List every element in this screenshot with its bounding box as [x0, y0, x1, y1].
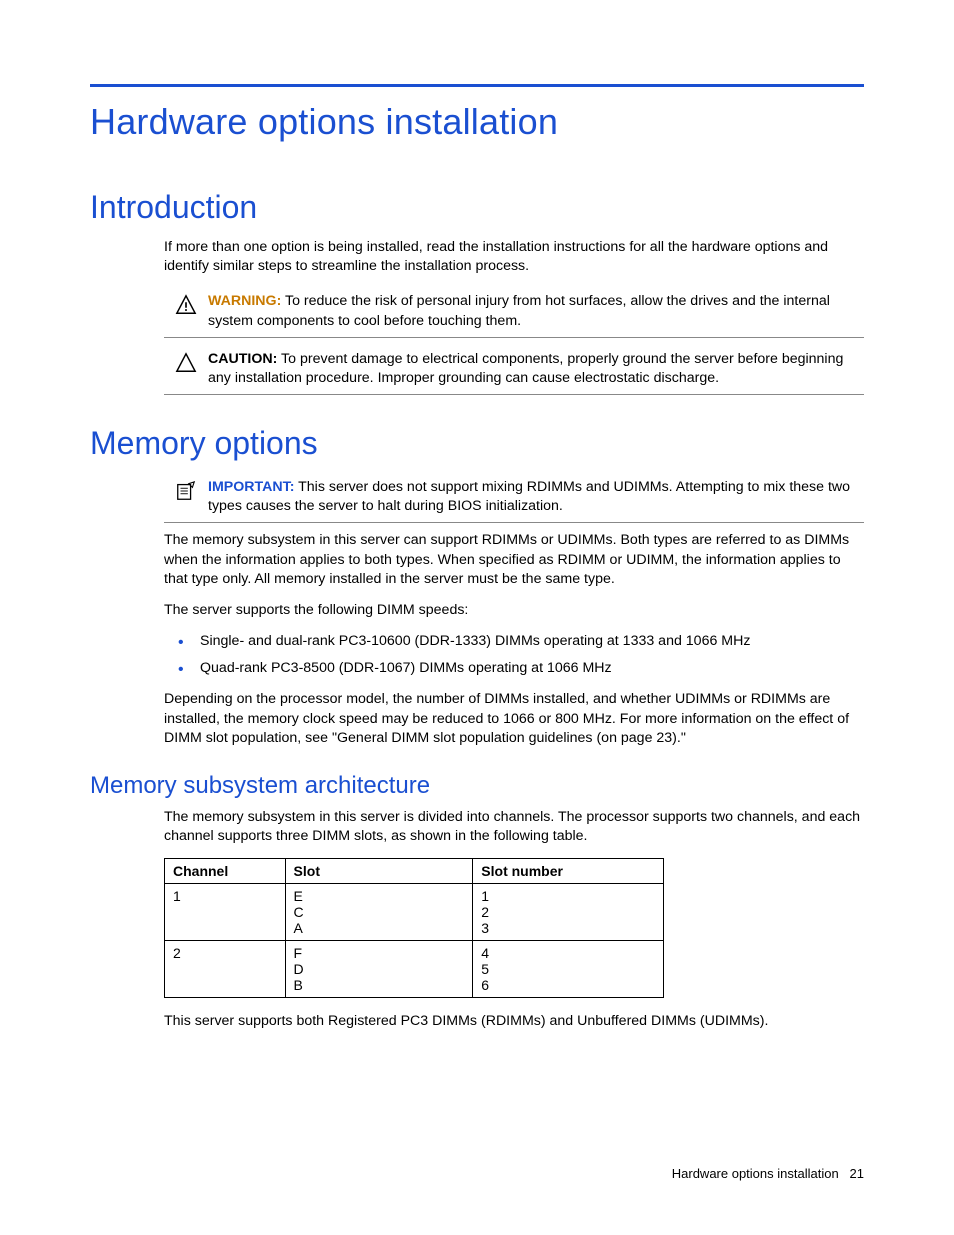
- top-rule: [90, 84, 864, 87]
- caution-block: CAUTION: To prevent damage to electrical…: [164, 346, 864, 395]
- warning-block: WARNING: To reduce the risk of personal …: [164, 288, 864, 337]
- memory-para2: Depending on the processor model, the nu…: [164, 690, 864, 748]
- th-slot: Slot: [285, 859, 473, 884]
- warning-label: WARNING:: [208, 293, 281, 309]
- introduction-lead: If more than one option is being install…: [164, 238, 864, 276]
- important-label: IMPORTANT:: [208, 479, 294, 495]
- warning-body: To reduce the risk of personal injury fr…: [208, 293, 830, 328]
- caution-text: CAUTION: To prevent damage to electrical…: [208, 350, 864, 388]
- important-icon: [164, 478, 208, 502]
- subsystem-outro: This server supports both Registered PC3…: [164, 1012, 864, 1031]
- footer-section: Hardware options installation: [672, 1166, 839, 1181]
- cell-slots: E C A: [285, 884, 473, 941]
- important-block: IMPORTANT: This server does not support …: [164, 474, 864, 523]
- th-slotnum: Slot number: [473, 859, 664, 884]
- cell-nums: 4 5 6: [473, 941, 664, 998]
- cell-nums: 1 2 3: [473, 884, 664, 941]
- page-footer: Hardware options installation 21: [672, 1166, 864, 1181]
- page-title: Hardware options installation: [90, 101, 864, 143]
- footer-page: 21: [850, 1166, 864, 1181]
- cell-channel: 1: [165, 884, 286, 941]
- list-item: Single- and dual-rank PC3-10600 (DDR-133…: [164, 632, 864, 651]
- important-body: This server does not support mixing RDIM…: [208, 479, 850, 514]
- section-introduction-heading: Introduction: [90, 189, 864, 226]
- cell-channel: 2: [165, 941, 286, 998]
- list-item: Quad-rank PC3-8500 (DDR-1067) DIMMs oper…: [164, 659, 864, 678]
- memory-speeds-intro: The server supports the following DIMM s…: [164, 601, 864, 620]
- memory-para1: The memory subsystem in this server can …: [164, 531, 864, 589]
- caution-icon: [164, 350, 208, 374]
- warning-icon: [164, 292, 208, 316]
- important-text: IMPORTANT: This server does not support …: [208, 478, 864, 516]
- section-memory-heading: Memory options: [90, 425, 864, 462]
- table-row: 1 E C A 1 2 3: [165, 884, 664, 941]
- caution-label: CAUTION:: [208, 351, 277, 367]
- th-channel: Channel: [165, 859, 286, 884]
- caution-body: To prevent damage to electrical componen…: [208, 351, 843, 386]
- warning-text: WARNING: To reduce the risk of personal …: [208, 292, 864, 330]
- section-subsystem-heading: Memory subsystem architecture: [90, 772, 864, 800]
- memory-channel-table: Channel Slot Slot number 1 E C A 1 2 3 2…: [164, 858, 664, 998]
- memory-speed-list: Single- and dual-rank PC3-10600 (DDR-133…: [164, 632, 864, 678]
- table-row: 2 F D B 4 5 6: [165, 941, 664, 998]
- cell-slots: F D B: [285, 941, 473, 998]
- subsystem-intro: The memory subsystem in this server is d…: [164, 808, 864, 846]
- table-header-row: Channel Slot Slot number: [165, 859, 664, 884]
